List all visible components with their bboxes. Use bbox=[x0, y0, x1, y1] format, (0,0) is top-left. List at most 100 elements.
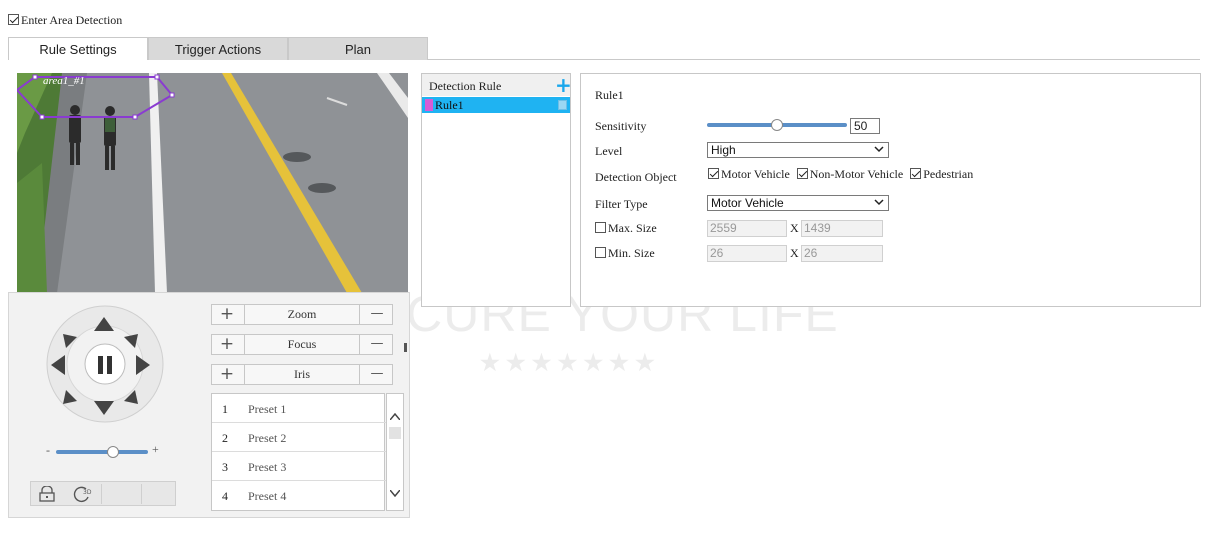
iris-open-button[interactable]: + bbox=[212, 365, 242, 384]
rule-config-panel: Rule1 Sensitivity 50 Level High Detectio… bbox=[580, 73, 1201, 307]
rule-item-rule1[interactable]: Rule1 bbox=[422, 97, 570, 113]
min-width-input[interactable]: 26 bbox=[707, 245, 787, 262]
ptz-down-right-arrow-icon[interactable] bbox=[124, 390, 138, 408]
zoom-label: Zoom bbox=[244, 305, 360, 324]
ptz-down-left-arrow-icon[interactable] bbox=[63, 390, 77, 408]
checkbox[interactable] bbox=[708, 168, 719, 179]
preset-number: 4 bbox=[222, 489, 228, 503]
enter-area-detection-checkbox[interactable] bbox=[8, 14, 19, 25]
list-item[interactable]: 2 Preset 2 bbox=[212, 423, 386, 452]
tab-plan[interactable]: Plan bbox=[288, 37, 428, 60]
non-motor-vehicle-checkbox[interactable]: Non-Motor Vehicle bbox=[796, 167, 904, 181]
detection-rule-list: Detection Rule + Rule1 bbox=[421, 73, 572, 307]
ptz-speed-thumb[interactable] bbox=[107, 446, 119, 458]
3d-positioning-icon[interactable]: 3D bbox=[73, 485, 93, 503]
ptz-speed-slider[interactable] bbox=[56, 446, 148, 458]
min-size-label: Min. Size bbox=[608, 246, 655, 260]
filter-type-select[interactable]: Motor Vehicle bbox=[707, 195, 889, 211]
add-rule-button[interactable]: + bbox=[555, 73, 572, 97]
scroll-down-icon[interactable] bbox=[389, 486, 401, 501]
preset-name: Preset 3 bbox=[248, 460, 287, 474]
preset-number: 3 bbox=[222, 460, 228, 474]
sensitivity-slider[interactable] bbox=[707, 119, 847, 131]
detection-object-options: Motor Vehicle Non-Motor Vehicle Pedestri… bbox=[708, 167, 973, 182]
panel-edge-marker bbox=[404, 343, 407, 352]
max-size-checkbox[interactable]: Max. Size bbox=[595, 221, 657, 236]
list-item[interactable]: 4 Preset 4 bbox=[212, 481, 386, 510]
list-item[interactable]: 1 Preset 1 bbox=[212, 394, 386, 423]
zoom-in-button[interactable]: + bbox=[212, 305, 242, 324]
min-height-input[interactable]: 26 bbox=[801, 245, 883, 262]
ptz-pause-icon[interactable] bbox=[97, 356, 113, 378]
ptz-speed-min-label: - bbox=[46, 443, 50, 457]
non-motor-vehicle-label: Non-Motor Vehicle bbox=[809, 167, 904, 181]
toolbar-divider bbox=[141, 484, 142, 504]
checkbox[interactable] bbox=[796, 168, 808, 179]
ptz-right-arrow-icon[interactable] bbox=[136, 355, 150, 379]
level-label: Level bbox=[595, 144, 623, 158]
iris-close-button[interactable]: — bbox=[362, 365, 392, 384]
tab-bar: Rule Settings Trigger Actions Plan bbox=[8, 37, 1200, 60]
min-size-checkbox[interactable]: Min. Size bbox=[595, 246, 655, 261]
ptz-up-left-arrow-icon[interactable] bbox=[63, 334, 77, 352]
enter-area-detection[interactable]: Enter Area Detection bbox=[8, 13, 122, 28]
preset-scrollbar[interactable] bbox=[386, 393, 404, 511]
video-frame bbox=[17, 73, 408, 293]
sensitivity-input[interactable]: 50 bbox=[850, 118, 880, 134]
toolbar-divider bbox=[101, 484, 102, 504]
svg-text:3D: 3D bbox=[83, 489, 92, 496]
list-item[interactable]: 3 Preset 3 bbox=[212, 452, 386, 481]
checkbox[interactable] bbox=[910, 168, 922, 179]
chevron-down-icon bbox=[874, 146, 884, 153]
detection-rule-header: Detection Rule + bbox=[422, 73, 572, 97]
sensitivity-thumb[interactable] bbox=[771, 119, 783, 131]
rule-color-swatch bbox=[425, 99, 433, 111]
min-size-x-separator: X bbox=[790, 246, 799, 260]
tab-rule-settings[interactable]: Rule Settings bbox=[8, 37, 148, 60]
max-width-input[interactable]: 2559 bbox=[707, 220, 787, 237]
sensitivity-label: Sensitivity bbox=[595, 119, 647, 133]
tab-trigger-actions[interactable]: Trigger Actions bbox=[148, 37, 288, 60]
scroll-thumb[interactable] bbox=[389, 427, 401, 439]
rule-item-label: Rule1 bbox=[435, 98, 464, 112]
max-size-x-separator: X bbox=[790, 221, 799, 235]
detection-object-label: Detection Object bbox=[595, 170, 677, 184]
pedestrian-label: Pedestrian bbox=[923, 167, 974, 181]
checkbox[interactable] bbox=[595, 247, 606, 258]
focus-out-button[interactable]: — bbox=[362, 335, 392, 354]
checkbox[interactable] bbox=[595, 222, 606, 233]
filter-type-value: Motor Vehicle bbox=[711, 196, 784, 210]
preset-name: Preset 4 bbox=[248, 489, 287, 503]
zoom-out-button[interactable]: — bbox=[362, 305, 392, 324]
rule-title: Rule1 bbox=[595, 88, 624, 102]
live-video[interactable]: area1_#1 bbox=[17, 73, 408, 293]
ptz-down-arrow-icon[interactable] bbox=[94, 401, 114, 419]
ptz-left-arrow-icon[interactable] bbox=[51, 355, 65, 379]
pedestrian-checkbox[interactable]: Pedestrian bbox=[910, 167, 973, 181]
video-overlay-text: area1_#1 bbox=[43, 75, 85, 87]
preset-list: 1 Preset 1 2 Preset 2 3 Preset 3 4 Preset 4 bbox=[211, 393, 386, 511]
preset-number: 2 bbox=[222, 431, 228, 445]
enter-area-detection-label: Enter Area Detection bbox=[21, 13, 123, 27]
ptz-up-arrow-icon[interactable] bbox=[94, 317, 114, 335]
level-value: High bbox=[711, 143, 736, 157]
preset-number: 1 bbox=[222, 402, 228, 416]
motor-vehicle-checkbox[interactable]: Motor Vehicle bbox=[708, 167, 790, 181]
delete-rule-icon[interactable] bbox=[558, 100, 567, 110]
filter-type-label: Filter Type bbox=[595, 197, 648, 211]
preset-name: Preset 2 bbox=[248, 431, 287, 445]
level-select[interactable]: High bbox=[707, 142, 889, 158]
watermark-stars: ★ ★ ★ ★ ★ ★ ★ bbox=[480, 350, 655, 375]
ptz-speed-max-label: + bbox=[152, 442, 159, 456]
chevron-down-icon bbox=[874, 199, 884, 206]
focus-control: + Focus — bbox=[211, 334, 393, 355]
motor-vehicle-label: Motor Vehicle bbox=[721, 167, 790, 181]
focus-label: Focus bbox=[244, 335, 360, 354]
ptz-up-right-arrow-icon[interactable] bbox=[124, 334, 138, 352]
scroll-up-icon[interactable] bbox=[389, 409, 401, 424]
max-size-label: Max. Size bbox=[608, 221, 657, 235]
max-height-input[interactable]: 1439 bbox=[801, 220, 883, 237]
lock-icon[interactable] bbox=[37, 485, 57, 502]
focus-in-button[interactable]: + bbox=[212, 335, 242, 354]
detection-rule-title: Detection Rule bbox=[429, 79, 502, 93]
